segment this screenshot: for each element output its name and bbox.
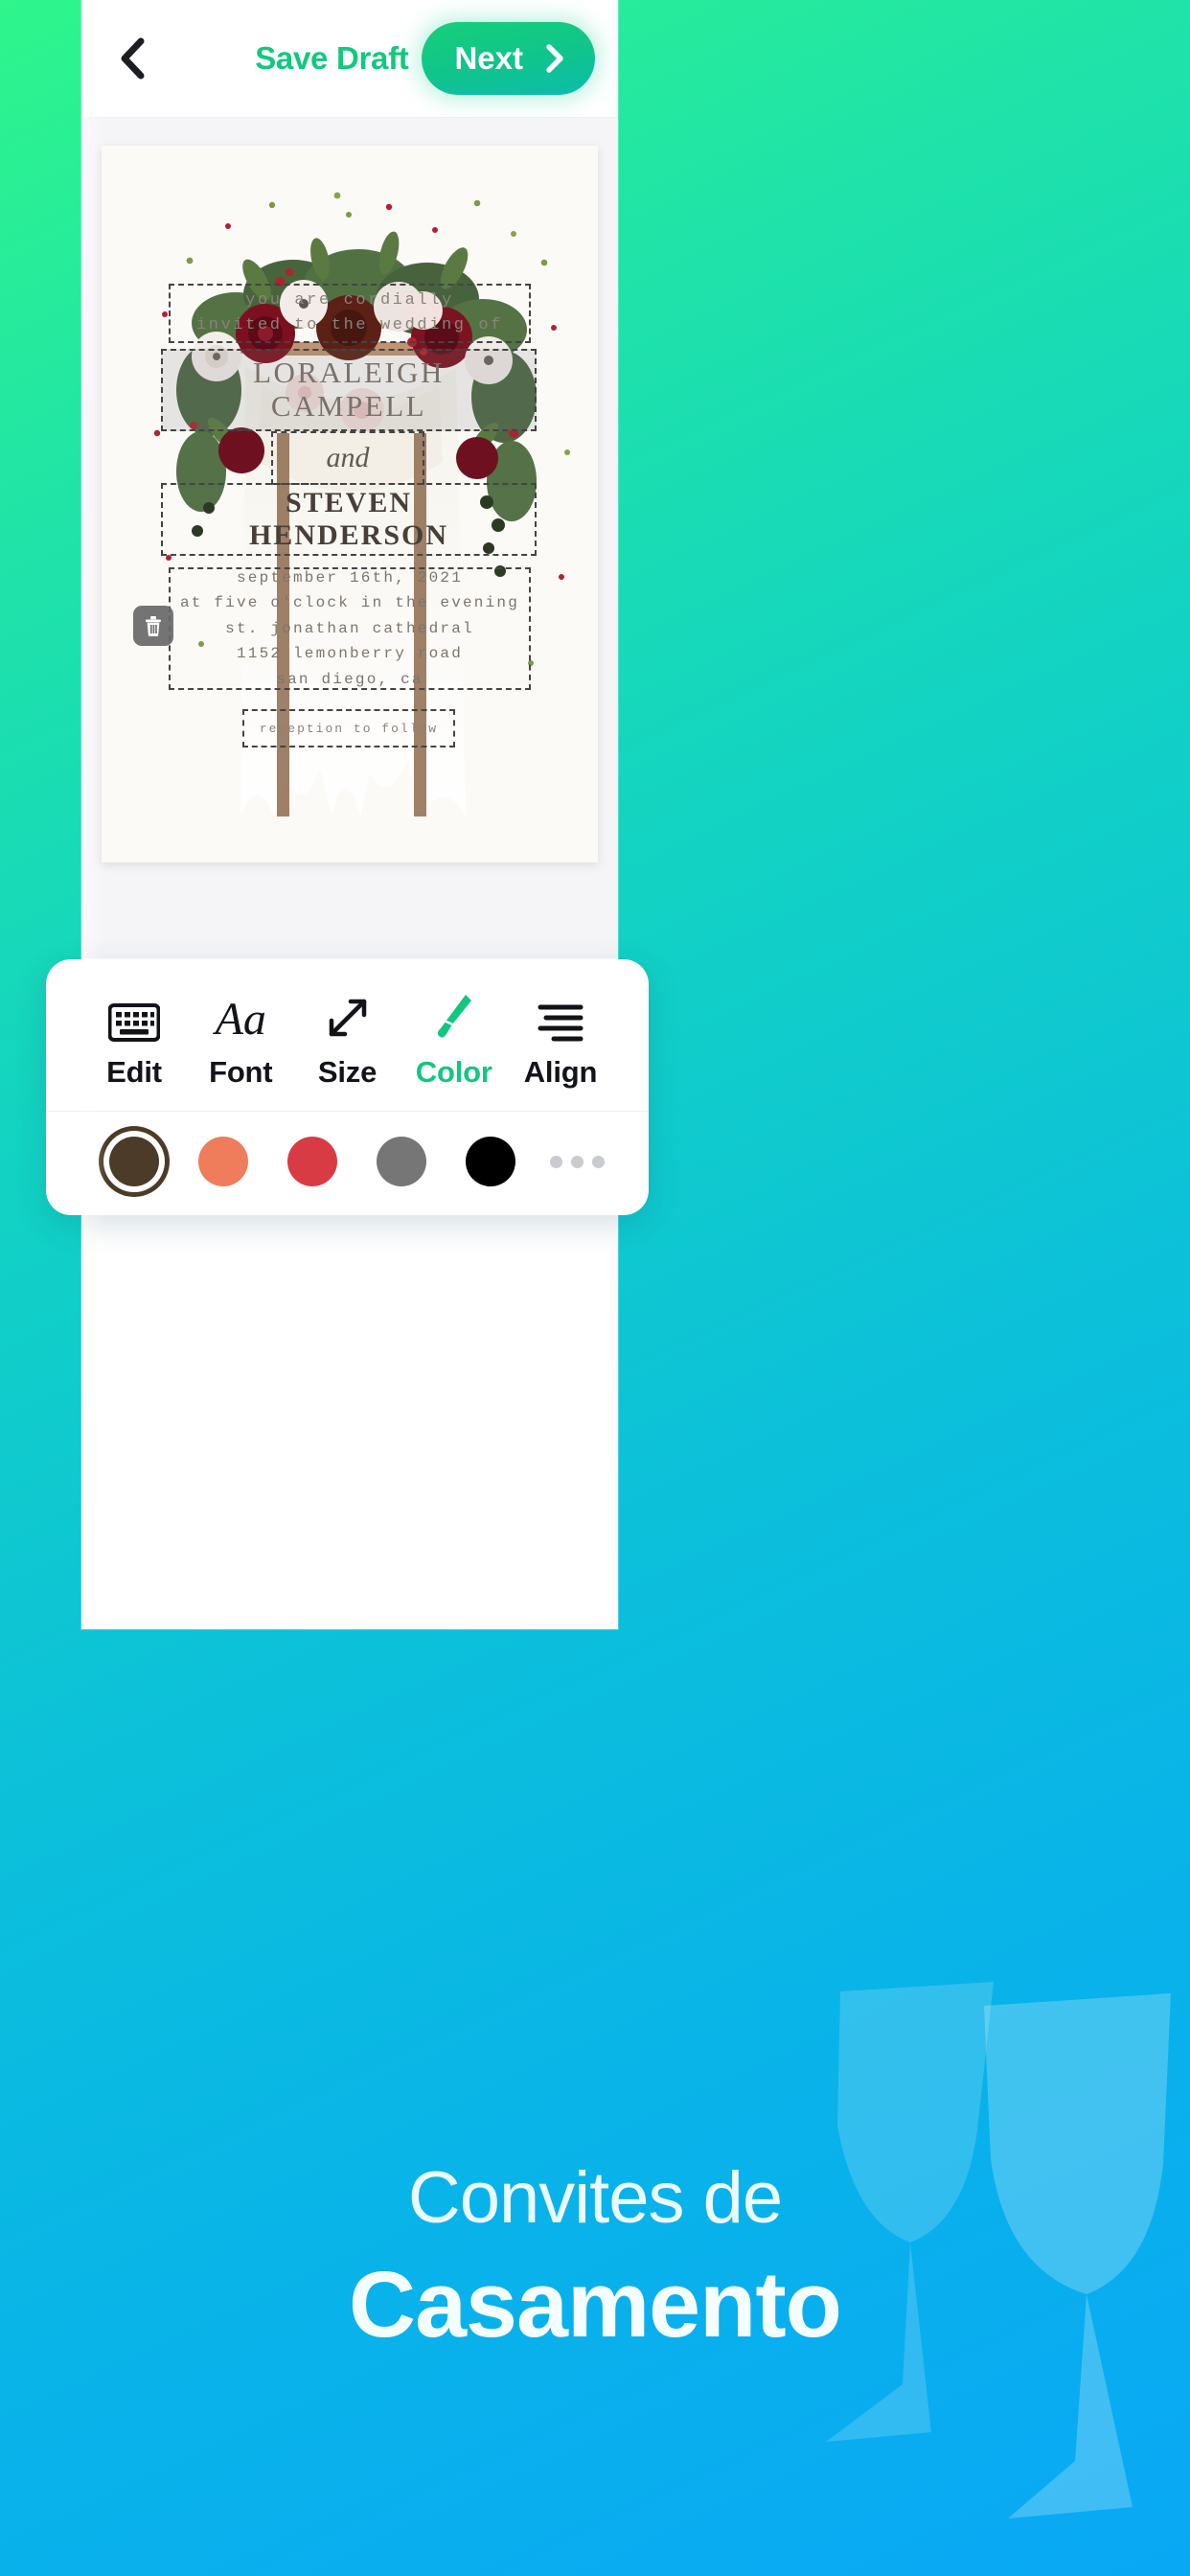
next-button-label: Next bbox=[454, 40, 523, 76]
reception-text: reception to follow bbox=[259, 721, 439, 736]
color-swatch-black[interactable] bbox=[446, 1137, 535, 1186]
tool-align[interactable]: Align bbox=[509, 992, 612, 1090]
dot bbox=[591, 1155, 605, 1168]
text-block-intro[interactable]: you are cordially invited to the wedding… bbox=[169, 284, 531, 343]
swatch-fill bbox=[376, 1137, 426, 1186]
promo-text: Convites de Casamento bbox=[0, 2156, 1190, 2358]
promo-line-2: Casamento bbox=[349, 2252, 842, 2357]
swatch-fill bbox=[465, 1137, 515, 1186]
bride-first-name: LORALEIGH bbox=[253, 356, 445, 390]
tool-size[interactable]: Size bbox=[296, 992, 400, 1090]
intro-line-2: invited to the wedding of bbox=[195, 316, 504, 334]
tool-edit[interactable]: Edit bbox=[82, 992, 186, 1090]
color-swatch-dark-brown[interactable] bbox=[90, 1137, 179, 1186]
color-swatch-coral[interactable] bbox=[179, 1137, 268, 1186]
paintbrush-icon bbox=[433, 992, 475, 1042]
tool-edit-label: Edit bbox=[106, 1055, 162, 1089]
details-line-2: at five o'clock in the evening bbox=[179, 594, 520, 612]
keyboard-icon bbox=[108, 992, 160, 1042]
color-swatch-gray[interactable] bbox=[356, 1137, 446, 1186]
app-header: Save Draft Next bbox=[81, 0, 618, 118]
tool-color[interactable]: Color bbox=[402, 992, 506, 1090]
details-line-4: 1152 lemonberry road bbox=[236, 645, 464, 663]
trash-icon bbox=[146, 616, 161, 636]
phone-mockup: Save Draft Next you are cordially invite… bbox=[81, 0, 618, 1629]
color-swatch-row bbox=[46, 1112, 649, 1215]
conjunction-text: and bbox=[326, 442, 370, 473]
swatch-fill bbox=[286, 1137, 337, 1186]
tool-buttons-row: Edit Aa Font Size Color Align bbox=[46, 959, 649, 1112]
back-button[interactable] bbox=[89, 15, 175, 102]
tool-font[interactable]: Aa Font bbox=[189, 992, 292, 1090]
text-tools-panel: Edit Aa Font Size Color Align bbox=[46, 959, 649, 1215]
aa-typeface-icon: Aa bbox=[215, 994, 266, 1046]
next-button[interactable]: Next bbox=[422, 22, 595, 95]
groom-last-name: HENDERSON bbox=[248, 519, 449, 551]
save-draft-button[interactable]: Save Draft bbox=[175, 40, 422, 77]
invitation-card[interactable]: you are cordially invited to the wedding… bbox=[102, 146, 598, 862]
tool-font-label: Font bbox=[209, 1055, 273, 1089]
chevron-left-icon bbox=[121, 37, 145, 80]
tool-color-label: Color bbox=[415, 1055, 492, 1089]
editor-stage: you are cordially invited to the wedding… bbox=[81, 118, 618, 958]
text-block-bride-name[interactable]: LORALEIGH CAMPELL bbox=[133, 349, 537, 646]
tool-align-label: Align bbox=[523, 1055, 598, 1089]
tool-size-label: Size bbox=[317, 1055, 378, 1089]
chevron-right-icon bbox=[546, 44, 563, 73]
resize-diagonal-arrows-icon bbox=[324, 992, 372, 1042]
align-lines-icon bbox=[537, 992, 584, 1042]
swatch-fill bbox=[109, 1137, 160, 1186]
text-block-details[interactable]: september 16th, 2021 at five o'clock in … bbox=[169, 567, 531, 690]
dot bbox=[570, 1155, 584, 1168]
swatch-fill bbox=[198, 1137, 249, 1186]
delete-text-block-button[interactable] bbox=[133, 606, 173, 646]
text-block-conjunction[interactable]: and bbox=[271, 431, 424, 485]
groom-first-name: STEVEN bbox=[285, 486, 413, 518]
dot bbox=[549, 1155, 562, 1168]
text-block-groom-name[interactable]: STEVEN HENDERSON bbox=[161, 483, 537, 556]
more-horizontal-icon[interactable] bbox=[549, 1155, 605, 1168]
details-line-5: san diego, ca bbox=[276, 670, 423, 688]
promo-line-1: Convites de bbox=[407, 2157, 783, 2239]
text-block-reception[interactable]: reception to follow bbox=[242, 709, 455, 748]
details-line-3: st. jonathan cathedral bbox=[225, 619, 474, 637]
color-swatch-red[interactable] bbox=[268, 1137, 357, 1186]
intro-line-1: you are cordially bbox=[245, 290, 454, 310]
bride-last-name: CAMPELL bbox=[270, 389, 427, 423]
details-line-1: september 16th, 2021 bbox=[236, 569, 464, 587]
